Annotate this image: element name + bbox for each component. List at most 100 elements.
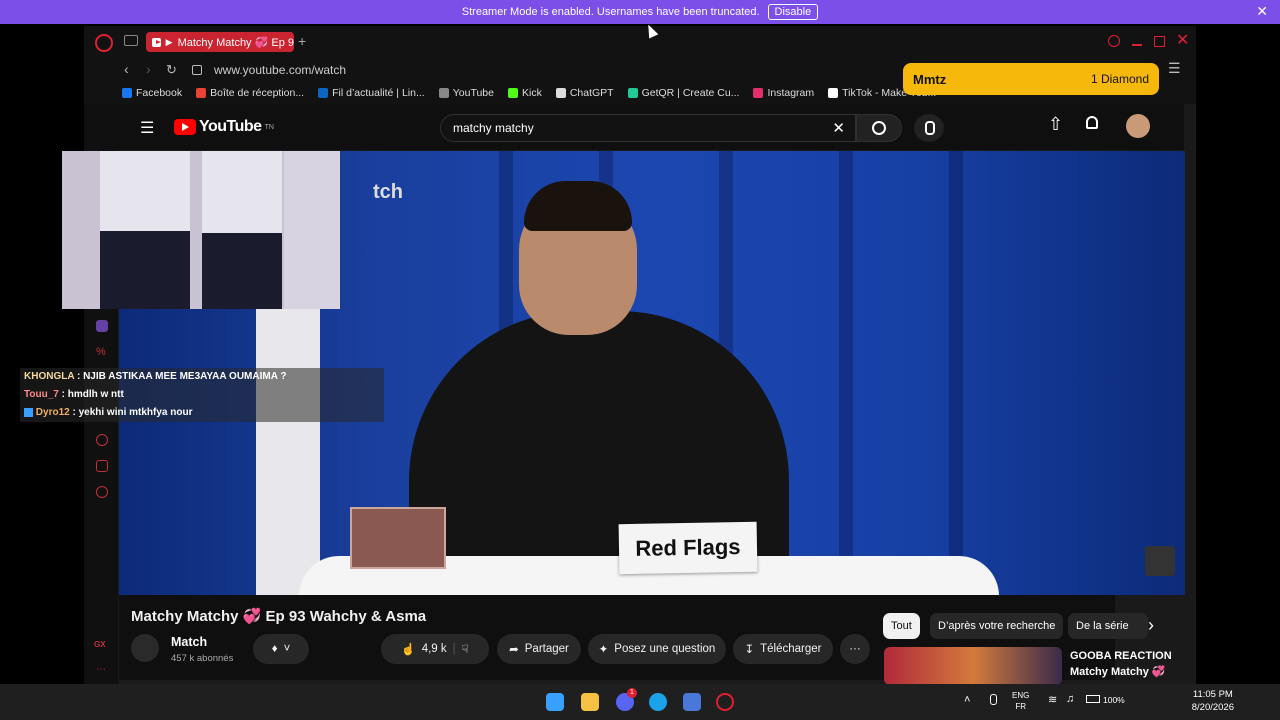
volume-icon[interactable]: ♫ (1066, 693, 1074, 705)
clock[interactable]: 11:05 PM 8/20/2026 (1192, 688, 1234, 714)
search-icon (872, 121, 886, 135)
language-bottom: FR (1015, 702, 1026, 711)
youtube-logo[interactable]: YouTube TN (174, 118, 274, 136)
maximize-icon[interactable] (1154, 36, 1165, 47)
share-label: Partager (524, 643, 569, 655)
recommendation-thumbnail[interactable] (884, 647, 1062, 685)
more-icon[interactable]: ⋯ (96, 664, 106, 675)
donation-label: Diamond (1100, 72, 1149, 86)
close-icon[interactable]: ✕ (1256, 3, 1268, 20)
bookmark-item[interactable]: Fil d’actualité | Lin... (318, 87, 425, 99)
tab-title: Matchy Matchy 💞 Ep 9 (177, 36, 294, 49)
bookmark-label: Kick (521, 87, 542, 99)
new-tab-button[interactable]: + (298, 33, 306, 49)
channel-watermark-icon[interactable] (1145, 546, 1175, 576)
voice-search-button[interactable] (914, 114, 944, 142)
chevron-up-icon[interactable]: ˄ (964, 694, 970, 706)
bookmark-label: GetQR | Create Cu... (641, 87, 740, 99)
minimize-icon[interactable] (1132, 44, 1142, 46)
tab-active[interactable]: ▶ Matchy Matchy 💞 Ep 9 (146, 32, 294, 52)
bookmark-label: YouTube (452, 87, 494, 99)
settings-icon[interactable] (96, 486, 108, 498)
search-tabs-icon[interactable] (1108, 35, 1120, 47)
donor-name: Mmtz (913, 71, 947, 87)
url-field[interactable]: www.youtube.com/watch (214, 63, 346, 77)
more-actions-button[interactable]: ··· (840, 634, 870, 664)
language-top: ENG (1012, 691, 1030, 700)
clear-search-icon[interactable]: ✕ (832, 119, 845, 137)
reload-icon[interactable]: ↻ (166, 62, 177, 78)
discord-icon[interactable]: 1 (616, 688, 637, 711)
chat-username: Touu_7 (24, 389, 59, 400)
percent-icon[interactable]: % (96, 346, 108, 358)
search-button[interactable] (856, 114, 902, 142)
chip-all[interactable]: Tout (883, 613, 920, 639)
chip-series[interactable]: De la série (1068, 613, 1148, 639)
bookmark-favicon-icon (507, 88, 518, 98)
chat-text: hmdlh w ntt (67, 389, 124, 400)
window-close-icon[interactable]: ✕ (1176, 30, 1189, 50)
bookmark-label: Instagram (767, 87, 815, 99)
date: 8/20/2026 (1191, 702, 1234, 713)
bookmark-item[interactable]: Facebook (122, 87, 182, 99)
file-explorer-icon[interactable] (581, 693, 599, 711)
download-button[interactable]: ↧ Télécharger (733, 634, 833, 664)
recommendation-title[interactable]: GOOBA REACTION Matchy Matchy 💞 (1070, 648, 1172, 680)
language-indicator[interactable]: ENG FR (1012, 690, 1029, 712)
search-input[interactable]: matchy matchy ✕ (440, 114, 856, 142)
thumbs-up-icon[interactable]: ☝ (401, 642, 415, 656)
thumbs-down-icon[interactable]: ☟ (462, 642, 469, 656)
avatar[interactable] (1126, 114, 1150, 138)
tab-island-icon[interactable] (124, 35, 138, 46)
opera-gx-icon[interactable] (716, 693, 734, 711)
bookmark-favicon-icon (555, 88, 566, 98)
donation-amount: 1 (1090, 72, 1098, 86)
red-flags-sign: Red Flags (618, 521, 758, 575)
gx-icon[interactable]: GX (94, 640, 106, 649)
notifications-bell-icon[interactable] (1086, 116, 1098, 129)
history-icon[interactable] (96, 434, 108, 446)
bell-icon: ♦ (271, 643, 278, 655)
speaker-icon: ▶ (165, 36, 173, 47)
bookmark-item[interactable]: ChatGPT (555, 87, 614, 99)
opera-logo-icon[interactable] (95, 34, 113, 52)
channel-name[interactable]: Match (171, 635, 207, 649)
microphone-icon (925, 121, 935, 135)
windows-start-icon[interactable] (546, 693, 564, 711)
microphone-tray-icon[interactable] (990, 694, 997, 705)
webcam-cabinet-lower (100, 231, 190, 309)
video-title: Matchy Matchy 💞 Ep 93 Wahchy & Asma (131, 608, 427, 625)
battery-percent: 100% (1103, 695, 1125, 705)
download-label: Télécharger (760, 643, 822, 655)
create-icon[interactable]: ⇧ (1048, 114, 1063, 135)
webcam-cabinet-upper-right (202, 151, 282, 233)
bookmark-item[interactable]: YouTube (438, 87, 494, 99)
stream-chat: KHONGLA : NJIB ASTIKAA MEE ME3AYAA OUMAI… (20, 368, 384, 422)
chat-text: NJIB ASTIKAA MEE ME3AYAA OUMAIMA ? (83, 371, 287, 382)
bookmark-item[interactable]: Instagram (753, 87, 814, 99)
discord-badge: 1 (627, 688, 637, 698)
bookmark-item[interactable]: Boîte de réception... (196, 87, 304, 99)
back-icon[interactable]: ‹ (124, 61, 129, 77)
ask-question-button[interactable]: ✦ Posez une question (588, 634, 726, 664)
like-dislike-group[interactable]: ☝ 4,9 k | ☟ (381, 634, 489, 664)
channel-avatar[interactable] (131, 634, 159, 662)
twitch-icon[interactable] (96, 320, 108, 332)
bookmark-item[interactable]: Kick (507, 87, 542, 99)
chip-from-search[interactable]: D’après votre recherche (930, 613, 1064, 639)
share-button[interactable]: ➦ Partager (497, 634, 581, 664)
subscribe-bell-button[interactable]: ♦ ˅ (253, 634, 309, 664)
wifi-icon[interactable]: ≋ (1048, 693, 1057, 706)
video-gift-box (350, 507, 446, 569)
disable-button[interactable]: Disable (767, 4, 819, 20)
hamburger-icon[interactable]: ☰ (140, 118, 154, 138)
edge-icon[interactable] (649, 693, 667, 711)
chat-text: yekhi wini mtkhfya nour (78, 407, 193, 418)
menu-icon[interactable]: ☰ (1168, 60, 1181, 77)
battery-icon[interactable] (1086, 695, 1100, 703)
bookmark-item[interactable]: GetQR | Create Cu... (627, 87, 740, 99)
mail-icon[interactable] (683, 693, 701, 711)
extensions-icon[interactable] (96, 460, 108, 472)
forward-icon[interactable]: › (146, 61, 151, 77)
chips-next-icon[interactable]: › (1148, 615, 1154, 636)
